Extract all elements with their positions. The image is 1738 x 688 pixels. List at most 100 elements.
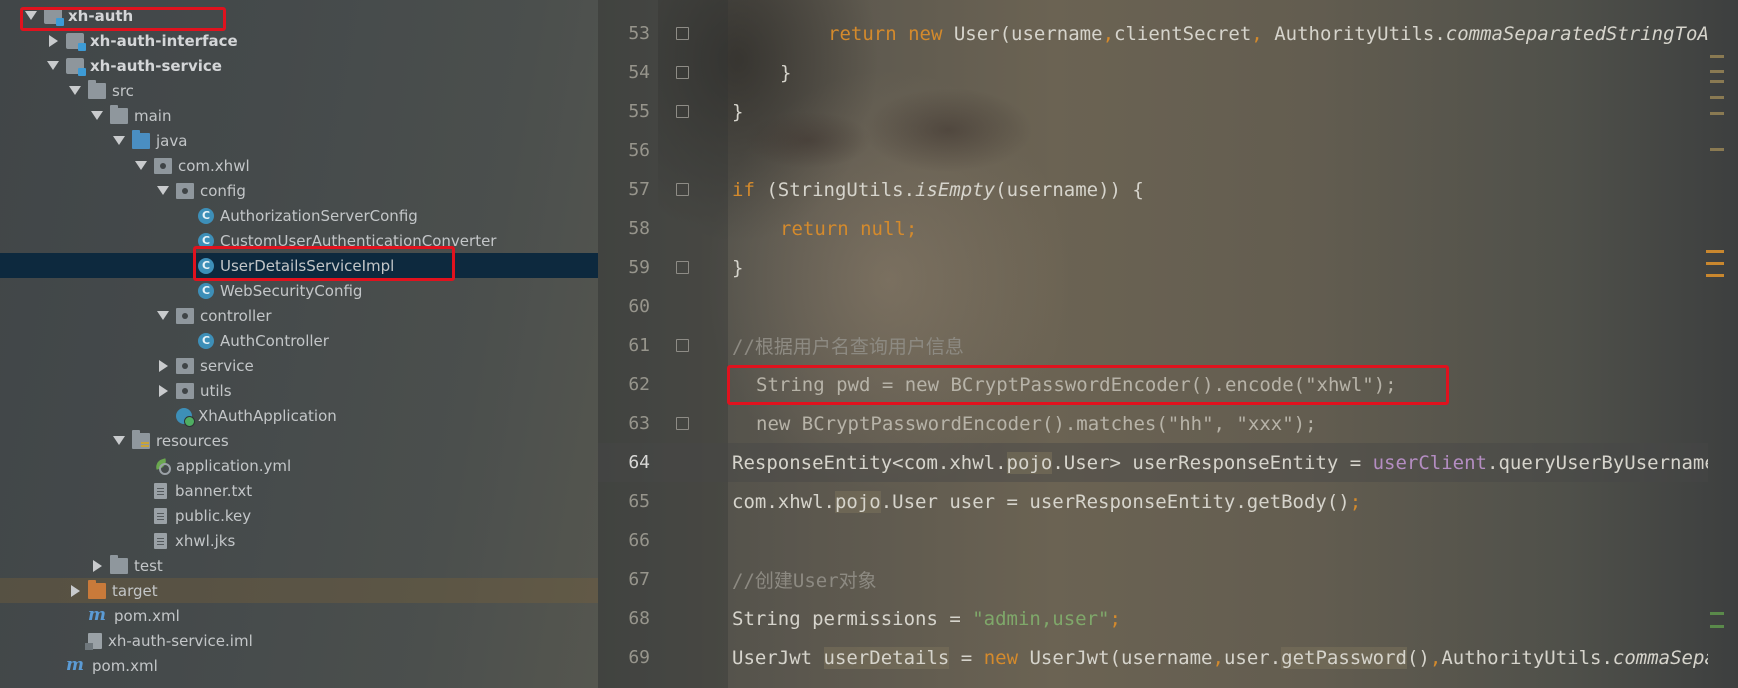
collapsed-arrow-icon[interactable]: [156, 384, 170, 398]
code-line[interactable]: 55}: [598, 92, 1708, 131]
tree-item[interactable]: utils: [0, 378, 598, 403]
code-token: ResponseEntity<com.xhwl.: [732, 451, 1007, 474]
code-token: UserJwt: [732, 646, 824, 669]
code-line[interactable]: 60: [598, 287, 1708, 326]
code-line[interactable]: 57 if (StringUtils.isEmpty(username)) {: [598, 170, 1708, 209]
tree-item[interactable]: public.key: [0, 503, 598, 528]
code-line[interactable]: 63 new BCryptPasswordEncoder().matches("h…: [598, 404, 1708, 443]
code-token: userDetails: [823, 646, 950, 669]
scrollbar-marker[interactable]: [1706, 262, 1724, 265]
code-line[interactable]: 54}: [598, 53, 1708, 92]
fold-marker-icon[interactable]: [676, 105, 689, 118]
tree-item[interactable]: C CustomUserAuthenticationConverter: [0, 228, 598, 253]
tree-item[interactable]: C AuthorizationServerConfig: [0, 203, 598, 228]
resources-folder-icon: [132, 429, 150, 449]
expanded-arrow-icon[interactable]: [112, 134, 126, 148]
line-number: 61: [628, 335, 650, 356]
expanded-arrow-icon[interactable]: [46, 59, 60, 73]
code-token: .User> userResponseEntity =: [1052, 451, 1373, 474]
scrollbar-marker[interactable]: [1710, 112, 1724, 115]
scrollbar-marker[interactable]: [1706, 274, 1724, 277]
code-line[interactable]: 65 com.xhwl.pojo.User user = userResponse…: [598, 482, 1708, 521]
module-icon: [44, 7, 64, 26]
code-text: UserJwt userDetails = new UserJwt(userna…: [732, 646, 1708, 669]
editor-scrollbar[interactable]: [1704, 0, 1730, 688]
tree-item[interactable]: C AuthController: [0, 328, 598, 353]
tree-item[interactable]: xh-auth: [0, 3, 598, 28]
code-token: user.: [1223, 646, 1282, 669]
tree-item[interactable]: com.xhwl: [0, 153, 598, 178]
project-tree: xh-auth xh-auth-interface xh-auth-service s…: [0, 0, 598, 688]
code-line[interactable]: 69 UserJwt userDetails = new UserJwt(user…: [598, 638, 1708, 677]
tree-item[interactable]: java: [0, 128, 598, 153]
tree-item[interactable]: XhAuthApplication: [0, 403, 598, 428]
tree-item[interactable]: C UserDetailsServiceImpl: [0, 253, 598, 278]
code-text: }: [780, 62, 1708, 84]
scrollbar-marker[interactable]: [1710, 70, 1724, 73]
tree-item[interactable]: application.yml: [0, 453, 598, 478]
code-line[interactable]: 67 //创建User对象: [598, 560, 1708, 599]
collapsed-arrow-icon[interactable]: [68, 584, 82, 598]
collapsed-arrow-icon[interactable]: [46, 34, 60, 48]
scrollbar-marker[interactable]: [1706, 250, 1724, 253]
scrollbar-marker[interactable]: [1710, 55, 1724, 58]
fold-marker-icon[interactable]: [676, 339, 689, 352]
tree-item[interactable]: m pom.xml: [0, 603, 598, 628]
code-line[interactable]: 68 String permissions = "admin,user";: [598, 599, 1708, 638]
tree-item[interactable]: test: [0, 553, 598, 578]
expanded-arrow-icon[interactable]: [134, 159, 148, 173]
tree-item[interactable]: resources: [0, 428, 598, 453]
excluded-folder-icon: [88, 579, 106, 599]
tree-item-label: pom.xml: [92, 656, 158, 675]
code-token: new: [983, 646, 1030, 669]
tree-item[interactable]: service: [0, 353, 598, 378]
scrollbar-marker[interactable]: [1710, 148, 1724, 151]
expanded-arrow-icon[interactable]: [156, 309, 170, 323]
tree-item[interactable]: C WebSecurityConfig: [0, 278, 598, 303]
expanded-arrow-icon[interactable]: [68, 84, 82, 98]
tree-item[interactable]: m pom.xml: [0, 653, 598, 678]
tree-item[interactable]: xhwl.jks: [0, 528, 598, 553]
collapsed-arrow-icon[interactable]: [90, 559, 104, 573]
tree-item[interactable]: banner.txt: [0, 478, 598, 503]
scrollbar-marker[interactable]: [1710, 80, 1724, 83]
code-token: pojo: [1006, 451, 1053, 474]
code-line[interactable]: 64 ResponseEntity<com.xhwl.pojo.User> use…: [598, 443, 1708, 482]
scrollbar-marker[interactable]: [1710, 96, 1724, 99]
code-editor[interactable]: 53 return new User(username,clientSecret,…: [598, 0, 1738, 688]
tree-item[interactable]: main: [0, 103, 598, 128]
code-line[interactable]: 53 return new User(username,clientSecret,…: [598, 14, 1708, 53]
line-number: 62: [628, 374, 650, 395]
expanded-arrow-icon[interactable]: [112, 434, 126, 448]
fold-marker-icon[interactable]: [676, 27, 689, 40]
module-icon: [66, 32, 86, 51]
expanded-arrow-icon[interactable]: [156, 184, 170, 198]
tree-item[interactable]: xh-auth-interface: [0, 28, 598, 53]
expanded-arrow-icon[interactable]: [90, 109, 104, 123]
code-line[interactable]: 61 //根据用户名查询用户信息: [598, 326, 1708, 365]
expanded-arrow-icon[interactable]: [24, 9, 38, 23]
tree-item[interactable]: src: [0, 78, 598, 103]
fold-marker-icon[interactable]: [676, 66, 689, 79]
fold-marker-icon[interactable]: [676, 417, 689, 430]
tree-item[interactable]: xh-auth-service: [0, 53, 598, 78]
scrollbar-marker[interactable]: [1710, 612, 1724, 615]
code-line[interactable]: 59}: [598, 248, 1708, 287]
collapsed-arrow-icon[interactable]: [156, 359, 170, 373]
tree-item-label: java: [156, 131, 188, 150]
tree-item[interactable]: xh-auth-service.iml: [0, 628, 598, 653]
scrollbar-marker[interactable]: [1710, 625, 1724, 628]
tree-item[interactable]: controller: [0, 303, 598, 328]
tree-item[interactable]: target: [0, 578, 598, 603]
code-token: AuthorityUtils.: [1441, 646, 1613, 669]
module-icon: [66, 57, 86, 76]
package-icon: [176, 382, 194, 399]
fold-marker-icon[interactable]: [676, 183, 689, 196]
fold-marker-icon[interactable]: [676, 261, 689, 274]
code-line[interactable]: 56: [598, 131, 1708, 170]
code-line[interactable]: 66: [598, 521, 1708, 560]
tree-item[interactable]: config: [0, 178, 598, 203]
code-line[interactable]: 58 return null;: [598, 209, 1708, 248]
code-token: ,: [1102, 22, 1115, 45]
code-line[interactable]: 62 String pwd = new BCryptPasswordEncoder…: [598, 365, 1708, 404]
